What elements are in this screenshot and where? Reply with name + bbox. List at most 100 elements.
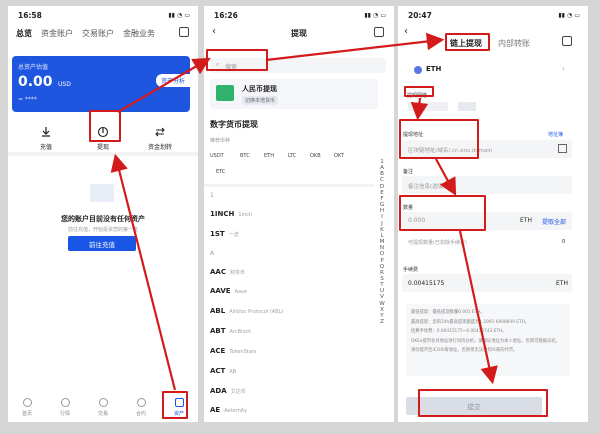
divider	[204, 184, 374, 187]
coin-name: 艾达币	[230, 389, 246, 395]
note-line: 最高提现：您的24h最高提现额度为1.1991 6908849 ETH。	[411, 319, 530, 325]
alphabet-index[interactable]: 1ABCDEFGHIJKLMNOPQRSTUVWXYZ	[377, 159, 387, 325]
total-assets-amount: 0.00	[18, 74, 53, 90]
transfer-label: 资金划转	[147, 144, 172, 151]
address-book-link[interactable]: 地址簿	[548, 131, 563, 138]
coin-name: 一流	[228, 232, 239, 238]
tab-overview[interactable]: 总览	[16, 28, 32, 39]
tab-trade[interactable]: 交易	[93, 398, 113, 417]
address-placeholder: 区块链地址/域名/.cn.ens.domain	[408, 148, 493, 154]
coin-row-aave[interactable]: AAVE Aave	[210, 287, 247, 295]
page-title: 提现	[291, 29, 307, 38]
coin-name: ArcBlock	[229, 329, 252, 335]
history-icon[interactable]	[562, 36, 572, 46]
search-placeholder: 搜索	[225, 64, 238, 71]
receivable-value: 0	[562, 239, 566, 245]
coin-selector[interactable]: ETH ›	[402, 64, 574, 78]
coin-row-ada[interactable]: ADA 艾达币	[210, 387, 246, 395]
section-letter-1: 1	[210, 192, 214, 199]
chip-etc[interactable]: ETC	[216, 169, 225, 175]
tab-funding[interactable]: 资金账户	[41, 28, 73, 39]
coin-symbol: AE	[210, 406, 221, 414]
coin-row-1st[interactable]: 1ST 一流	[210, 230, 239, 238]
tab-trade-label: 交易	[97, 411, 108, 417]
amount-input[interactable]: 0.000 ETH 提取全部	[402, 212, 572, 230]
tab-home[interactable]: 首页	[17, 398, 37, 417]
withdraw-button[interactable]: 提现	[83, 126, 123, 151]
tab-markets[interactable]: 行情	[55, 398, 75, 417]
empty-subtitle: 前往充值，开始投资您的第一笔	[67, 227, 138, 233]
empty-title: 您的账户目前没有任何资产	[61, 215, 145, 223]
withdraw-label: 提现	[96, 144, 109, 151]
chip-ltc[interactable]: LTC	[288, 153, 296, 159]
remark-input[interactable]: 备注信息(选填)	[402, 176, 572, 194]
tab-futures-label: 合约	[135, 411, 146, 417]
history-icon[interactable]	[179, 27, 189, 37]
status-icons: ▮▮ ◔ ▭	[558, 11, 580, 19]
total-assets-label: 总资产估值	[18, 64, 49, 71]
transfer-button[interactable]: 资金划转	[140, 126, 180, 151]
coin-row-ae[interactable]: AE Aeternity	[210, 406, 247, 414]
coin-row-abt[interactable]: ABT ArcBlock	[210, 327, 251, 335]
fee-field: 0.00415175 ETH	[402, 274, 572, 292]
chip-btc[interactable]: BTC	[240, 153, 250, 159]
tab-assets[interactable]: 资产	[169, 398, 189, 417]
chip-eth[interactable]: ETH	[264, 153, 274, 159]
coin-row-abl[interactable]: ABL Airbloc Protocol (ABL)	[210, 307, 283, 315]
account-tabs: 总览 资金账户 交易账户 金融业务	[16, 28, 155, 39]
tab-internal-transfer[interactable]: 内部转账	[498, 38, 530, 49]
chip-okt[interactable]: OKT	[334, 153, 344, 159]
receivable-row: 可提现数量(已扣除手续费) 0	[402, 234, 572, 250]
coin-name: Aave	[234, 289, 248, 295]
withdraw-all-button[interactable]: 提取全部	[542, 217, 566, 226]
deposit-label: 充值	[39, 144, 52, 151]
coin-symbol: ABL	[210, 307, 226, 315]
wallet-icon	[174, 398, 184, 407]
receivable-label: 可提现数量(已扣除手续费)	[408, 240, 467, 246]
deposit-button[interactable]: 充值	[26, 126, 66, 151]
chip-okb[interactable]: OKB	[310, 153, 321, 159]
scan-icon[interactable]	[558, 144, 567, 153]
coin-name: AB	[229, 369, 237, 375]
fee-label: 手续费	[403, 267, 419, 273]
status-icons: ▮▮ ◔ ▭	[364, 11, 386, 19]
history-icon[interactable]	[374, 27, 384, 37]
chip-usdt[interactable]: USDT	[210, 153, 224, 159]
submit-button[interactable]: 提交	[406, 397, 542, 415]
coin-symbol: AAC	[210, 268, 226, 276]
tab-futures[interactable]: 合约	[131, 398, 151, 417]
address-label: 提现地址	[403, 132, 424, 138]
markets-icon	[60, 398, 70, 407]
network-blurred[interactable]	[408, 102, 448, 111]
rmb-switch[interactable]: 切换本地货币	[242, 96, 279, 105]
section-letter-a: A	[210, 250, 215, 257]
total-assets-unit[interactable]: USD	[58, 81, 71, 88]
coin-name: TokenStars	[229, 349, 257, 355]
tab-onchain-withdraw[interactable]: 链上提现	[450, 38, 482, 49]
coin-name: 1inch	[238, 212, 253, 218]
tab-trading[interactable]: 交易账户	[82, 28, 114, 39]
coin-row-1inch[interactable]: 1INCH 1inch	[210, 210, 252, 218]
coin-row-ace[interactable]: ACE TokenStars	[210, 347, 256, 355]
coin-row-aac[interactable]: AAC 财务币	[210, 268, 245, 276]
deposit-icon	[42, 127, 50, 137]
status-bar: 20:47 ▮▮ ◔ ▭	[408, 9, 580, 21]
index-letter[interactable]: Z	[377, 319, 387, 325]
hot-coins-label: 推荐币种	[210, 138, 231, 144]
note-line: 估算手续费：0.00415175~0.00415743 ETH。	[411, 329, 507, 335]
status-time: 20:47	[408, 10, 432, 20]
coin-symbol: AAVE	[210, 287, 231, 295]
assets-hidden-value: ≈ ****	[18, 96, 37, 103]
coin-row-act[interactable]: ACT AB	[210, 367, 236, 375]
withdraw-icon	[97, 126, 109, 138]
coin-name: Airbloc Protocol (ABL)	[229, 309, 284, 315]
search-input[interactable]: ⌕ 搜索	[210, 58, 386, 73]
tab-finance[interactable]: 金融业务	[123, 28, 155, 39]
coin-symbol: 1INCH	[210, 210, 235, 218]
asset-analysis-button[interactable]: 资产分析	[155, 74, 190, 87]
go-deposit-button[interactable]: 前往充值	[68, 236, 136, 251]
back-icon[interactable]: ‹	[404, 26, 408, 37]
rmb-withdraw-card[interactable]: 人民币提现 切换本地货币	[210, 79, 378, 109]
address-input[interactable]: 区块链地址/域名/.cn.ens.domain	[402, 140, 572, 158]
search-icon: ⌕	[216, 61, 220, 68]
